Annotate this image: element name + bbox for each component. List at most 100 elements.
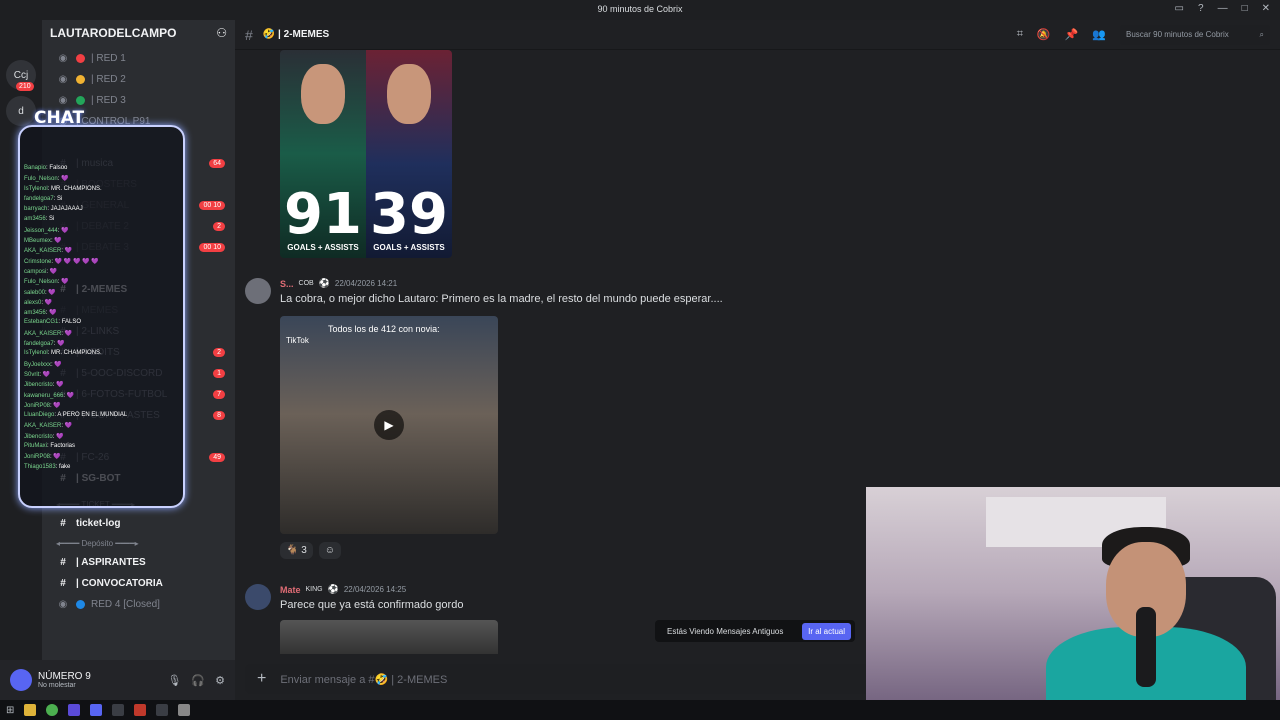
chat-line: Fulo_Nelson: 💜 xyxy=(20,175,183,185)
channel-item[interactable]: ◉ | RED 2 xyxy=(42,69,235,90)
avatar[interactable] xyxy=(245,278,271,304)
channel-item[interactable]: ◉ | RED 1 xyxy=(42,48,235,69)
notification-bell-icon[interactable]: 🔕 xyxy=(1037,28,1051,41)
unread-badge: 7 xyxy=(213,390,225,399)
add-attachment-icon[interactable]: + xyxy=(257,670,266,688)
category-deposito[interactable]: ◂━━━━ Depósito ━━━━▸ xyxy=(42,534,235,552)
composer-placeholder: Enviar mensaje a #🤣 | 2-MEMES xyxy=(280,673,448,686)
chat-username: EstebanCG1 xyxy=(24,319,59,326)
message-timestamp: 22/04/2026 14:25 xyxy=(343,585,407,594)
minimize-icon[interactable]: — xyxy=(1218,3,1228,14)
image-attachment-partial[interactable] xyxy=(280,620,498,654)
chat-line: Fulo_Nelson: 💜 xyxy=(20,278,183,288)
chat-line: AKA_KAISER: 💜 xyxy=(20,247,183,257)
speaker-icon: ◉ xyxy=(58,95,68,106)
chat-message: : 💜 xyxy=(50,402,61,409)
chat-username: kawaneru_666 xyxy=(24,392,64,399)
app-icon[interactable] xyxy=(156,704,169,716)
image-attachment[interactable]: 91 GOALS + ASSISTS 39 GOALS + ASSISTS xyxy=(280,50,452,258)
user-info: NÚMERO 9 No molestar xyxy=(38,671,91,689)
role-tag: KING xyxy=(305,586,323,593)
pin-icon[interactable]: 📌 xyxy=(1065,28,1079,41)
chat-message: : 💜 xyxy=(63,392,75,399)
chat-line: AKA_KAISER: 💜 xyxy=(20,422,183,432)
chat-line: fandelgoa7: Si xyxy=(20,196,183,206)
jump-to-present-button[interactable]: Ir al actual xyxy=(802,622,851,640)
chat-line: JoniRP08: 💜 xyxy=(20,402,183,412)
app-icon[interactable] xyxy=(134,704,147,716)
chat-message: : 💜 xyxy=(46,268,58,275)
app-icon[interactable] xyxy=(178,704,191,716)
chat-message: : Si xyxy=(45,216,55,223)
close-icon[interactable]: ✕ xyxy=(1262,3,1270,14)
chat-message: : Si xyxy=(53,195,63,202)
channel-ticket-log[interactable]: # ticket-log xyxy=(42,513,235,534)
chat-line: ByJoelxxx: 💜 xyxy=(20,361,183,371)
threads-icon[interactable]: ⌗ xyxy=(1017,28,1023,41)
chat-message: : Factorias xyxy=(47,443,76,450)
chrome-icon[interactable] xyxy=(46,704,59,716)
message: Mate KING ⚽ 22/04/2026 14:25 Parece que … xyxy=(245,584,865,611)
chat-username: barryach xyxy=(24,206,48,213)
message-author[interactable]: S... xyxy=(280,279,294,289)
avatar[interactable] xyxy=(245,584,271,610)
avatar[interactable] xyxy=(10,669,32,691)
settings-gear-icon[interactable]: ⚙ xyxy=(215,674,225,687)
soccer-ball-icon: ⚽ xyxy=(327,584,339,594)
chat-message: : 💜 xyxy=(51,238,62,245)
headphones-icon[interactable]: 🎧 xyxy=(191,674,205,687)
chat-username: Jeisson_444 xyxy=(24,227,58,234)
chat-message: : MR. CHAMPIONS. xyxy=(47,185,102,192)
unread-badge: 2 xyxy=(213,222,225,231)
windows-start-icon[interactable]: ⊞ xyxy=(6,705,14,716)
discord-icon[interactable] xyxy=(90,704,103,716)
chat-line: Jibencristo: 💜 xyxy=(20,433,183,443)
image-right-panel: 39 GOALS + ASSISTS xyxy=(366,50,452,258)
chat-username: S0vrit xyxy=(24,371,40,378)
chat-message: : 💜 xyxy=(50,454,61,461)
status-dot xyxy=(76,54,85,63)
chat-message: : MR. CHAMPIONS. xyxy=(47,350,102,357)
chat-message: : 💜 xyxy=(45,289,56,296)
chat-username: PituMaxi xyxy=(24,443,48,450)
add-member-icon[interactable]: ⚇ xyxy=(216,26,227,42)
channel-aspirantes[interactable]: # | ASPIRANTES xyxy=(42,552,235,573)
unread-badge: 64 xyxy=(209,159,225,168)
chat-line: Crimstone: 💜 💜 💜 💜 💜 xyxy=(20,258,183,268)
file-explorer-icon[interactable] xyxy=(24,704,37,716)
chat-message: : 💜 xyxy=(41,299,53,306)
search-input[interactable]: Buscar 90 minutos de Cobrix ⌕ xyxy=(1120,24,1270,45)
message-author[interactable]: Mate xyxy=(280,585,301,595)
add-reaction-icon[interactable]: ☺ xyxy=(318,542,342,559)
channel-red-4[interactable]: ◉ RED 4 [Closed] xyxy=(42,594,235,615)
app-icon[interactable] xyxy=(68,704,81,716)
channel-label: | RED 1 xyxy=(91,53,126,64)
mic-icon[interactable]: 🎙 xyxy=(167,674,181,687)
chat-line: kawaneru_666: 💜 xyxy=(20,392,183,402)
status-dot xyxy=(76,75,85,84)
reaction-goat[interactable]: 🐐 3 xyxy=(280,542,313,559)
members-icon[interactable]: 👥 xyxy=(1092,28,1106,41)
chat-username: ByJoelxxx xyxy=(24,361,52,368)
chat-username: JoniRP08 xyxy=(24,402,51,409)
inbox-icon[interactable]: ▭ xyxy=(1175,3,1184,14)
server-header[interactable]: LAUTARODELCAMPO ⚇ xyxy=(42,20,235,48)
role-tag: COB xyxy=(298,280,314,287)
play-icon[interactable]: ▶ xyxy=(374,410,404,440)
chat-message: : 💜 xyxy=(51,361,62,368)
video-attachment[interactable]: Todos los de 412 con novia: TikTok ▶ xyxy=(280,316,498,534)
unread-badge: 00 10 xyxy=(199,201,225,210)
unread-badge: 2 xyxy=(213,348,225,357)
chat-username: JoniRP08 xyxy=(24,454,51,461)
unread-badge: 00 10 xyxy=(199,243,225,252)
channel-convocatoria[interactable]: # | CONVOCATORIA xyxy=(42,573,235,594)
app-icon[interactable] xyxy=(112,704,125,716)
status-dot xyxy=(76,600,85,609)
maximize-icon[interactable]: □ xyxy=(1242,3,1248,14)
title-bar: 90 minutos de Cobrix ▭ ? — □ ✕ xyxy=(0,0,1280,20)
chat-username: Thiago1583 xyxy=(24,463,56,470)
server-icon-d[interactable]: d xyxy=(6,96,36,126)
help-icon[interactable]: ? xyxy=(1198,3,1204,14)
user-name: NÚMERO 9 xyxy=(38,671,91,682)
chat-message: : FALSO xyxy=(58,319,82,326)
